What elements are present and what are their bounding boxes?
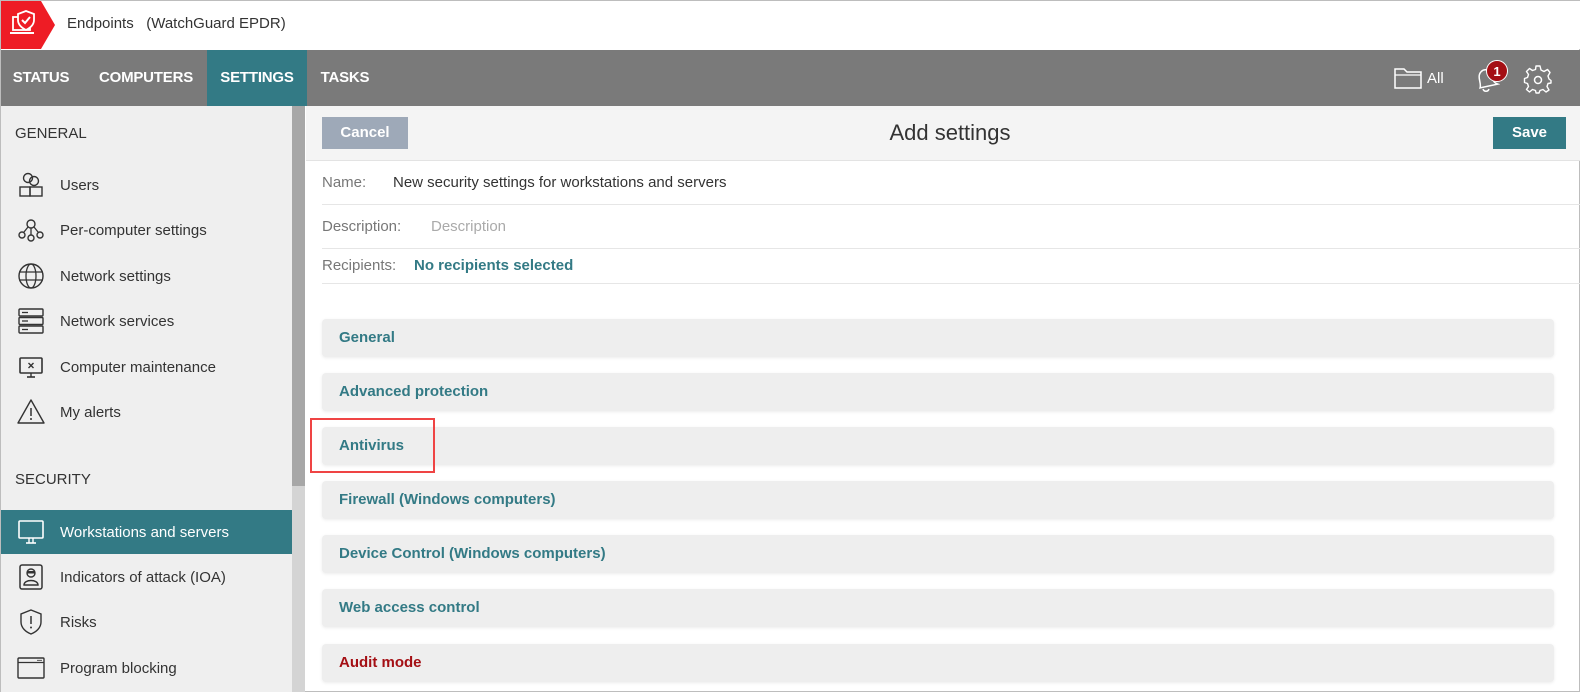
sidebar-item-workstations-and-servers[interactable]: Workstations and servers [1, 510, 292, 554]
description-label: Description: [322, 218, 402, 235]
users-icon [17, 171, 45, 199]
tab-settings[interactable]: SETTINGS [207, 50, 307, 106]
sidebar-item-label: Users [60, 176, 100, 194]
sidebar-item-label: My alerts [60, 403, 121, 421]
window-icon [17, 654, 45, 682]
description-field[interactable]: Description [431, 218, 506, 235]
sidebar-item-label: Program blocking [60, 659, 177, 677]
folder-icon[interactable] [1394, 66, 1422, 90]
sidebar-item-per-computer-settings[interactable]: Per-computer settings [1, 208, 292, 252]
app-title: Endpoints (WatchGuard EPDR) [67, 15, 286, 32]
section-antivirus[interactable]: Antivirus [322, 427, 1554, 465]
sidebar-item-label: Workstations and servers [60, 523, 229, 541]
section-label: Web access control [339, 599, 480, 616]
app-header: Endpoints (WatchGuard EPDR) [1, 1, 1580, 49]
sidebar-item-users[interactable]: Users [1, 163, 292, 207]
name-row: Name: New security settings for workstat… [322, 162, 1580, 205]
sidebar-scrollbar-thumb[interactable] [292, 106, 305, 486]
filter-label[interactable]: All [1427, 70, 1444, 87]
section-device-control[interactable]: Device Control (Windows computers) [322, 535, 1554, 573]
sidebar-item-label: Risks [60, 613, 97, 631]
section-label: General [339, 329, 395, 346]
section-label: Audit mode [339, 654, 422, 671]
sidebar-item-indicators-of-attack[interactable]: Indicators of attack (IOA) [1, 555, 292, 599]
shield-alert-icon [17, 608, 45, 636]
page-title: Add settings [889, 120, 1011, 145]
name-field[interactable]: New security settings for workstations a… [393, 174, 726, 191]
section-label: Device Control (Windows computers) [339, 545, 606, 562]
hierarchy-icon [17, 216, 45, 244]
section-web-access-control[interactable]: Web access control [322, 589, 1554, 627]
sidebar-item-risks[interactable]: Risks [1, 600, 292, 644]
monitor-x-icon [17, 353, 45, 381]
section-label: Firewall (Windows computers) [339, 491, 556, 508]
sidebar-item-program-blocking[interactable]: Program blocking [1, 646, 292, 690]
laptop-shield-check-icon[interactable] [1, 1, 55, 49]
sidebar-item-label: Network services [60, 312, 175, 330]
section-label: Advanced protection [339, 383, 489, 400]
sidebar-item-network-settings[interactable]: Network settings [1, 254, 292, 298]
warning-icon [17, 398, 45, 426]
section-general[interactable]: General [322, 319, 1554, 357]
sidebar-item-label: Indicators of attack (IOA) [60, 568, 226, 586]
section-firewall[interactable]: Firewall (Windows computers) [322, 481, 1554, 519]
sidebar-item-label: Per-computer settings [60, 221, 207, 239]
section-advanced-protection[interactable]: Advanced protection [322, 373, 1554, 411]
sidebar-item-label: Network settings [60, 267, 171, 285]
recipients-row: Recipients: No recipients selected [322, 249, 1580, 284]
gear-icon[interactable] [1523, 64, 1553, 94]
sidebar-item-computer-maintenance[interactable]: Computer maintenance [1, 345, 292, 389]
tab-computers[interactable]: COMPUTERS [85, 50, 207, 106]
server-icon [17, 307, 45, 335]
tab-status[interactable]: STATUS [1, 50, 81, 106]
hacker-icon [17, 563, 45, 591]
main-nav: STATUS COMPUTERS SETTINGS TASKS All 1 [1, 50, 1580, 106]
globe-icon [17, 262, 45, 290]
sidebar-section-security: SECURITY [15, 471, 91, 488]
sidebar-item-label: Computer maintenance [60, 358, 216, 376]
recipients-link[interactable]: No recipients selected [414, 257, 573, 274]
description-row: Description: Description [322, 205, 1580, 249]
section-audit-mode[interactable]: Audit mode [322, 644, 1554, 682]
sidebar-item-my-alerts[interactable]: My alerts [1, 390, 292, 434]
save-button[interactable]: Save [1493, 117, 1566, 149]
notification-badge[interactable]: 1 [1486, 60, 1508, 82]
sidebar-item-network-services[interactable]: Network services [1, 299, 292, 343]
section-label: Antivirus [339, 437, 405, 454]
name-label: Name: [322, 174, 367, 191]
recipients-label: Recipients: [322, 257, 397, 274]
monitor-icon [17, 518, 45, 546]
tab-tasks[interactable]: TASKS [307, 50, 383, 106]
